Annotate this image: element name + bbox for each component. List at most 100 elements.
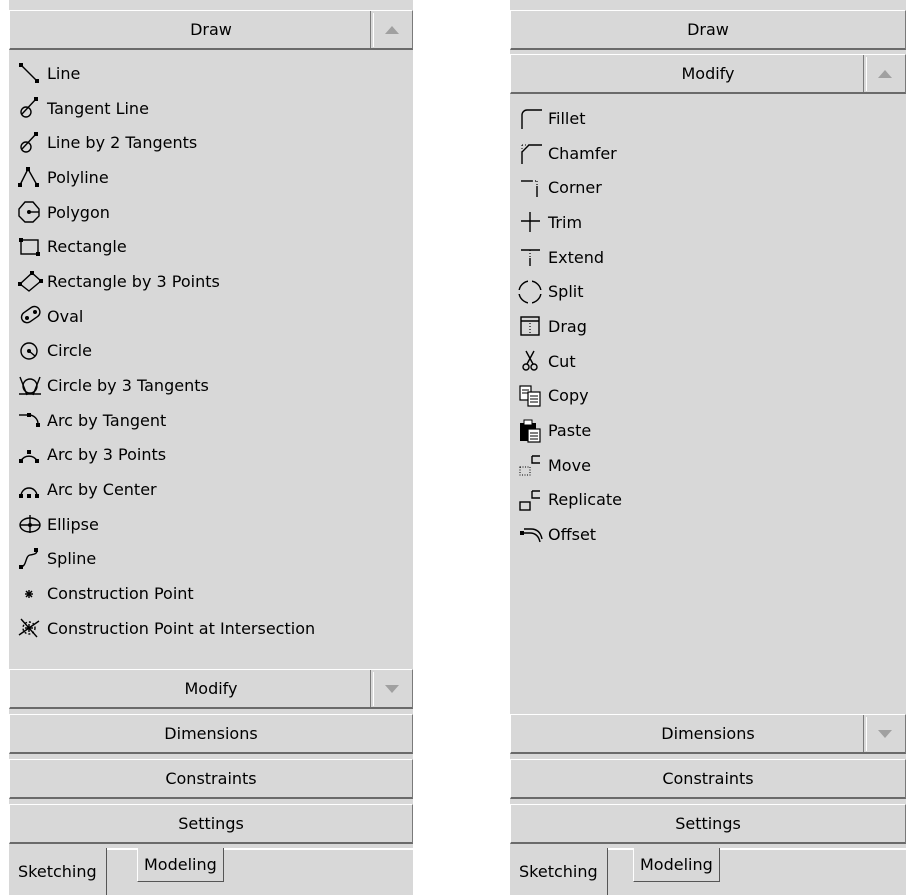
- draw-tool-list: Line Tangent Line Line by 2 Tangents Polyli…: [9, 56, 413, 646]
- tab-bar: Sketching Modeling: [9, 848, 413, 895]
- tool-item-cut[interactable]: Cut: [510, 344, 906, 379]
- tool-item-corner[interactable]: Corner: [510, 170, 906, 205]
- replicate-icon: [518, 487, 548, 513]
- modify-section-header[interactable]: Modify: [510, 54, 906, 94]
- tool-item-polygon[interactable]: Polygon: [9, 195, 413, 230]
- modify-tool-list: Fillet Chamfer Corner Trim Extend Split Drag Cu…: [510, 101, 906, 552]
- tab-sketching[interactable]: Sketching: [9, 848, 107, 895]
- tool-item-label: Circle by 3 Tangents: [47, 376, 209, 396]
- tool-item-label: Replicate: [548, 490, 623, 510]
- tool-item-line[interactable]: Line: [9, 56, 413, 91]
- draw-section-header[interactable]: Draw: [9, 10, 413, 50]
- polyline-icon: [17, 164, 47, 190]
- modify-section-title: Modify: [681, 64, 735, 83]
- draw-section-title: Draw: [687, 20, 729, 39]
- tool-item-circle-3-tangents[interactable]: Circle by 3 Tangents: [9, 368, 413, 403]
- construction-point-intersection-icon: [17, 615, 47, 641]
- settings-section-header[interactable]: Settings: [9, 804, 413, 844]
- tool-item-arc-by-center[interactable]: Arc by Center: [9, 472, 413, 507]
- extend-icon: [518, 244, 548, 270]
- dimensions-expand-button[interactable]: [863, 715, 905, 752]
- tool-item-label: Spline: [47, 549, 97, 569]
- circle-3-tangents-icon: [17, 373, 47, 399]
- tool-item-label: Tangent Line: [47, 98, 149, 118]
- constraints-section-header[interactable]: Constraints: [9, 759, 413, 799]
- oval-icon: [17, 303, 47, 329]
- tool-item-fillet[interactable]: Fillet: [510, 101, 906, 136]
- split-icon: [518, 278, 548, 305]
- tool-item-offset[interactable]: Offset: [510, 517, 906, 552]
- arc-by-tangent-icon: [17, 407, 47, 433]
- tool-item-label: Fillet: [548, 108, 586, 128]
- tool-item-rectangle[interactable]: Rectangle: [9, 229, 413, 264]
- tool-item-label: Corner: [548, 178, 602, 198]
- paste-icon: [518, 418, 548, 444]
- dimensions-section-header[interactable]: Dimensions: [9, 714, 413, 754]
- modify-section-title: Modify: [184, 679, 238, 698]
- rectangle-icon: [17, 234, 47, 260]
- corner-icon: [518, 175, 548, 201]
- tool-item-label: Oval: [47, 306, 84, 326]
- dimensions-section-title: Dimensions: [164, 724, 258, 743]
- tool-item-label: Circle: [47, 341, 92, 361]
- dimensions-section-header[interactable]: Dimensions: [510, 714, 906, 754]
- sketch-toolbox-left: Draw Line Tangent Line Line by 2 Tangents P…: [9, 0, 413, 895]
- tool-item-replicate[interactable]: Replicate: [510, 483, 906, 518]
- fillet-icon: [518, 105, 548, 131]
- tool-item-chamfer[interactable]: Chamfer: [510, 136, 906, 171]
- circle-icon: [17, 338, 47, 364]
- tool-item-spline[interactable]: Spline: [9, 542, 413, 577]
- tool-item-label: Polyline: [47, 167, 109, 187]
- tool-item-arc-3-points[interactable]: Arc by 3 Points: [9, 438, 413, 473]
- tool-item-label: Polygon: [47, 202, 110, 222]
- tool-item-paste[interactable]: Paste: [510, 413, 906, 448]
- tool-item-label: Construction Point at Intersection: [47, 618, 316, 638]
- tab-sketching[interactable]: Sketching: [510, 848, 608, 895]
- ellipse-icon: [17, 511, 47, 537]
- tool-item-split[interactable]: Split: [510, 274, 906, 309]
- tool-item-extend[interactable]: Extend: [510, 240, 906, 275]
- modify-section-header[interactable]: Modify: [9, 669, 413, 709]
- tool-item-construction-point[interactable]: Construction Point: [9, 576, 413, 611]
- tool-item-copy[interactable]: Copy: [510, 379, 906, 414]
- copy-icon: [518, 383, 548, 409]
- arc-by-center-icon: [17, 477, 47, 503]
- tool-item-oval[interactable]: Oval: [9, 299, 413, 334]
- tool-item-drag[interactable]: Drag: [510, 309, 906, 344]
- tab-modeling[interactable]: Modeling: [633, 848, 720, 882]
- tool-item-label: Paste: [548, 421, 592, 441]
- tool-item-ellipse[interactable]: Ellipse: [9, 507, 413, 542]
- cut-icon: [518, 348, 548, 374]
- tangent-line-icon: [17, 95, 47, 121]
- tool-item-move[interactable]: Move: [510, 448, 906, 483]
- draw-section-title: Draw: [190, 20, 232, 39]
- tool-item-polyline[interactable]: Polyline: [9, 160, 413, 195]
- draw-collapse-button[interactable]: [370, 11, 412, 48]
- modify-expand-button[interactable]: [370, 670, 412, 707]
- tool-item-line-by-2-tangents[interactable]: Line by 2 Tangents: [9, 125, 413, 160]
- tool-item-circle[interactable]: Circle: [9, 334, 413, 369]
- tool-item-rectangle-3-points[interactable]: Rectangle by 3 Points: [9, 264, 413, 299]
- sketch-toolbox-right: Draw Modify Fillet Chamfer Corner Trim Exten…: [510, 0, 906, 895]
- construction-point-icon: [17, 581, 47, 607]
- tool-item-label: Copy: [548, 386, 589, 406]
- tool-item-label: Line: [47, 63, 81, 83]
- collapse-up-arrow-icon: [878, 70, 892, 78]
- tab-modeling[interactable]: Modeling: [137, 848, 224, 882]
- expand-down-arrow-icon: [385, 685, 399, 693]
- tool-item-label: Arc by Center: [47, 480, 157, 500]
- rectangle-3-points-icon: [17, 268, 47, 294]
- constraints-section-header[interactable]: Constraints: [510, 759, 906, 799]
- arc-3-points-icon: [17, 442, 47, 468]
- settings-section-header[interactable]: Settings: [510, 804, 906, 844]
- tool-item-label: Construction Point: [47, 584, 194, 604]
- tool-item-arc-by-tangent[interactable]: Arc by Tangent: [9, 403, 413, 438]
- tool-item-tangent-line[interactable]: Tangent Line: [9, 91, 413, 126]
- tool-item-trim[interactable]: Trim: [510, 205, 906, 240]
- move-icon: [518, 452, 548, 478]
- expand-down-arrow-icon: [878, 730, 892, 738]
- draw-section-header[interactable]: Draw: [510, 10, 906, 50]
- tool-item-construction-point-intersection[interactable]: Construction Point at Intersection: [9, 611, 413, 646]
- tool-item-label: Drag: [548, 316, 587, 336]
- modify-collapse-button[interactable]: [863, 55, 905, 92]
